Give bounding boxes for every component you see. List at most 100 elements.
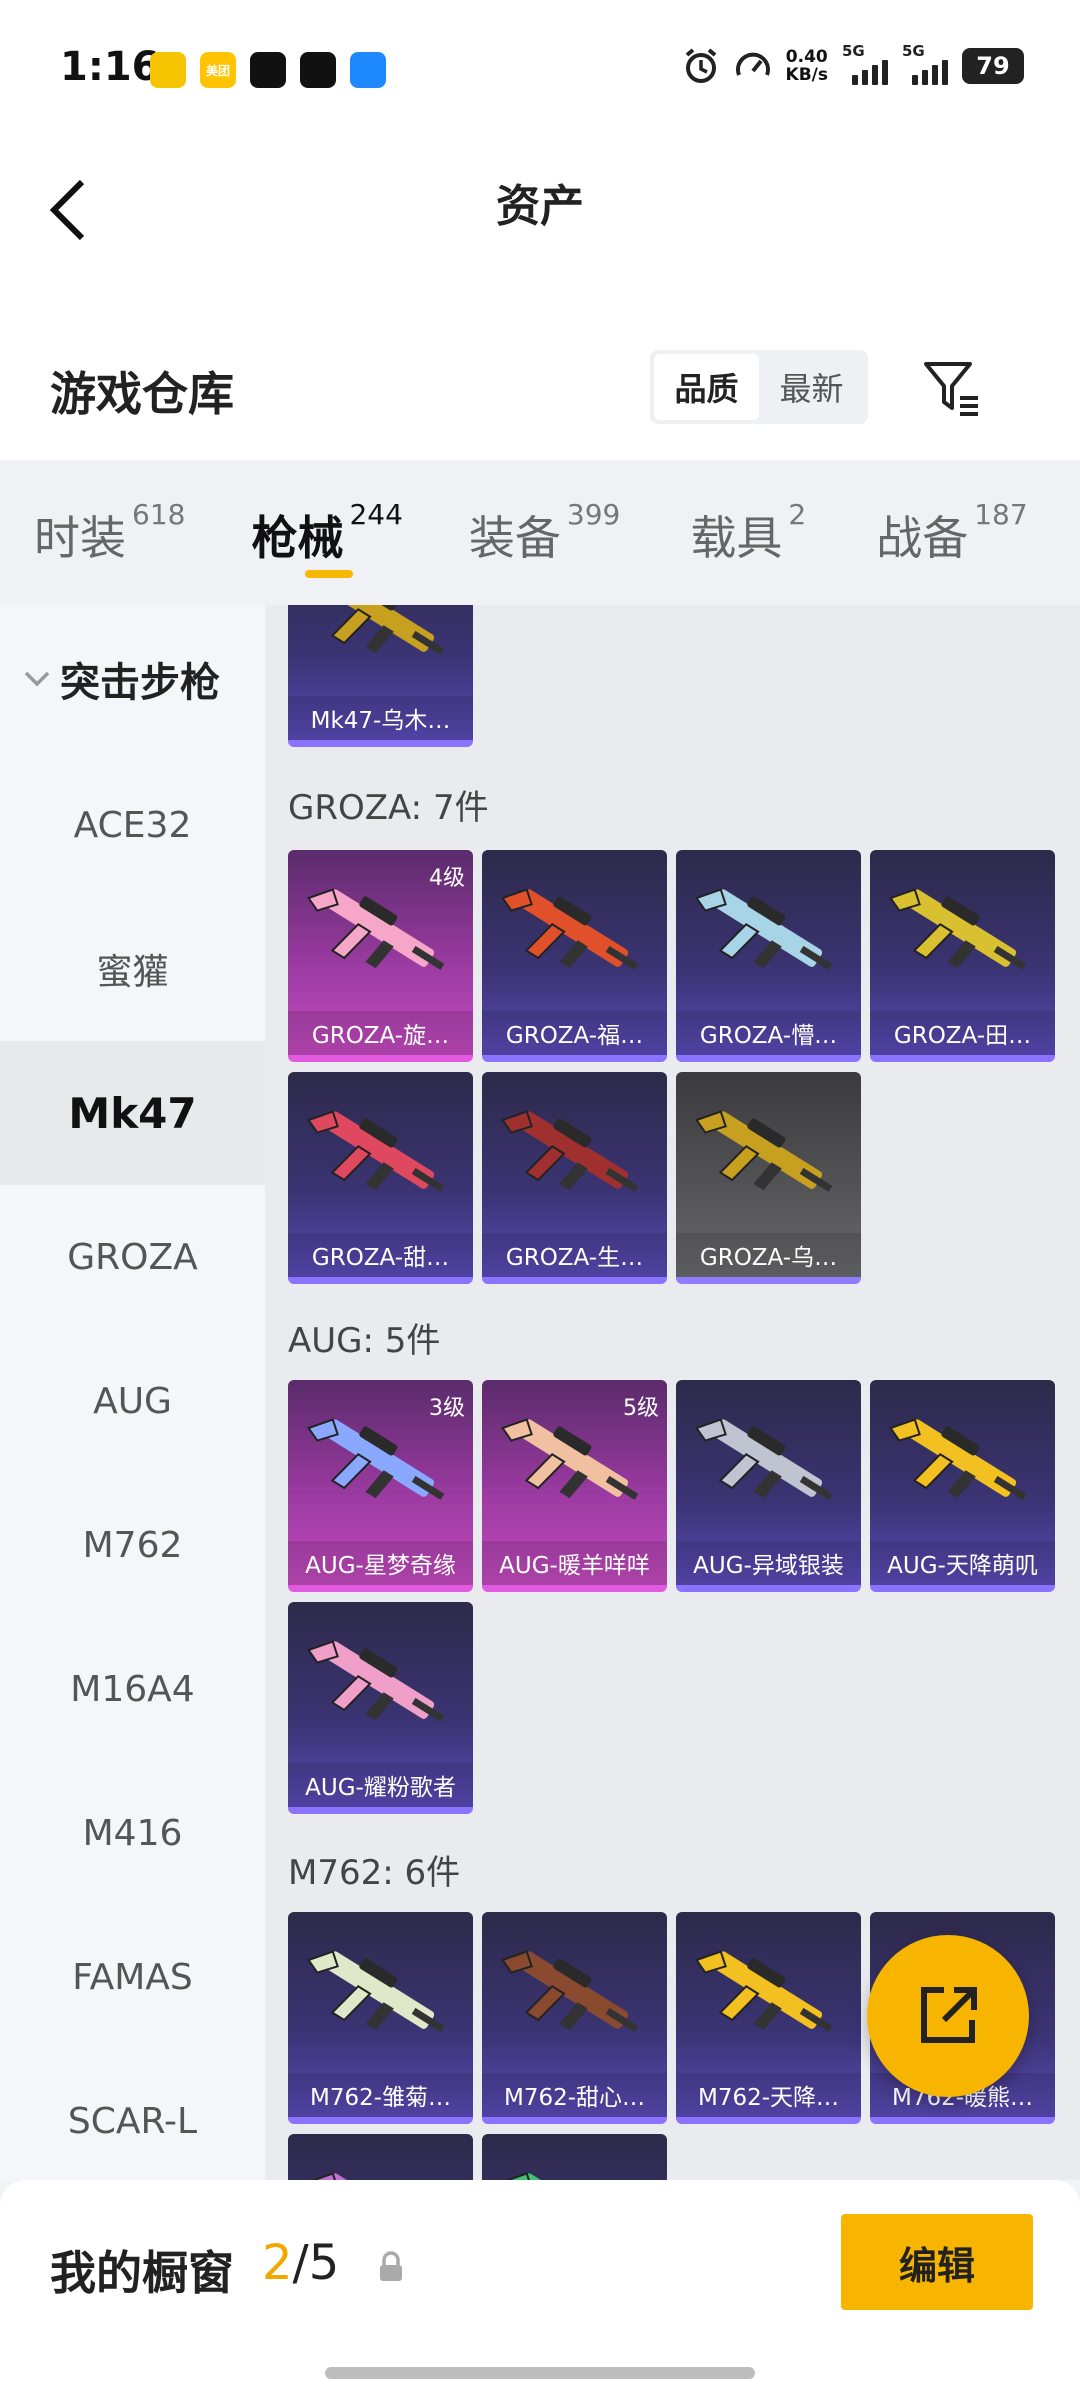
weapon-skin-card[interactable]: AUG-耀粉歌者 <box>288 1602 473 1814</box>
showcase-max: 5 <box>308 2235 340 2291</box>
skin-name: M762-天降… <box>676 2073 861 2117</box>
skin-name: GROZA-甜… <box>288 1233 473 1277</box>
tab-guns[interactable]: 枪械 244 <box>251 460 403 605</box>
status-app-icons: 美团 <box>150 52 386 88</box>
sidebar-item-m416[interactable]: M416 <box>0 1761 265 1905</box>
app-header: 资产 <box>0 140 1080 320</box>
sidebar-item-ace32[interactable]: ACE32 <box>0 753 265 897</box>
feather-app-icon <box>350 52 386 88</box>
skin-name: GROZA-乌… <box>676 1233 861 1277</box>
weapon-skin-card[interactable] <box>288 2134 473 2180</box>
weapon-skin-card[interactable]: GROZA-田… <box>870 850 1055 1062</box>
warehouse-header: 游戏仓库 品质 最新 <box>0 320 1080 460</box>
tab-count: 244 <box>349 498 403 531</box>
battery-icon: 79 <box>962 47 1024 84</box>
gun-skin-icon <box>307 1110 445 1192</box>
tab-tactical[interactable]: 战备 187 <box>876 460 1027 605</box>
weapon-skin-card[interactable]: GROZA-生… <box>482 1072 667 1284</box>
gun-skin-icon <box>695 1950 833 2032</box>
weapon-skin-card[interactable]: 3级 AUG-星梦奇缘 <box>288 1380 473 1592</box>
bee-app-icon <box>150 52 186 88</box>
weapon-skin-card[interactable]: GROZA-甜… <box>288 1072 473 1284</box>
gun-skin-icon <box>501 2172 629 2180</box>
weapon-skin-card[interactable]: GROZA-福… <box>482 850 667 1062</box>
network-speed-unit: KB/s <box>785 64 828 85</box>
weapon-skin-card[interactable]: M762-天降… <box>676 1912 861 2124</box>
weapon-type-sidebar: 突击步枪 ACE32 蜜獾 Mk47 GROZA AUG M762 M16A4 … <box>0 605 265 2180</box>
skin-name: M762-雏菊… <box>288 2073 473 2117</box>
speedometer-icon <box>735 52 770 76</box>
tab-count: 2 <box>788 498 807 531</box>
section-title-m762: M762: 6件 <box>288 1853 461 1893</box>
weapon-skin-card[interactable]: GROZA-懵… <box>676 850 861 1062</box>
weapon-skin-card[interactable]: 5级 AUG-暖羊咩咩 <box>482 1380 667 1592</box>
sort-toggle: 品质 最新 <box>650 350 868 424</box>
sidebar-item-groza[interactable]: GROZA <box>0 1185 265 1329</box>
mk47-grid: Mk47-乌木… <box>288 605 1078 747</box>
skin-name: GROZA-懵… <box>676 1011 861 1055</box>
gun-skin-icon <box>307 1640 445 1722</box>
skin-level-badge: 4级 <box>429 866 465 891</box>
skin-name: AUG-星梦奇缘 <box>288 1541 473 1585</box>
weapon-skin-card[interactable]: AUG-异域银装 <box>676 1380 861 1592</box>
sidebar-item-honey-badger[interactable]: 蜜獾 <box>0 897 265 1041</box>
weapon-skin-card[interactable]: Mk47-乌木… <box>288 605 473 747</box>
skin-name: AUG-异域银装 <box>676 1541 861 1585</box>
groza-grid: 4级 GROZA-旋… GROZA-福… GROZA-懵… GROZA-田… GROZA-… <box>288 850 1078 1284</box>
category-tabs: 时装 618 枪械 244 装备 399 载具 2 战备 187 <box>0 460 1080 605</box>
share-external-icon <box>921 1987 977 2043</box>
sort-quality-button[interactable]: 品质 <box>654 354 759 420</box>
sort-latest-button[interactable]: 最新 <box>759 354 864 420</box>
sidebar-item-aug[interactable]: AUG <box>0 1329 265 1473</box>
sidebar-group-assault-rifles[interactable]: 突击步枪 <box>0 605 265 753</box>
weapon-skin-card[interactable]: M762-雏菊… <box>288 1912 473 2124</box>
tab-fashion[interactable]: 时装 618 <box>34 460 185 605</box>
sidebar-group-label: 突击步枪 <box>60 660 220 706</box>
sidebar-item-famas[interactable]: FAMAS <box>0 1905 265 2049</box>
weapon-skin-card[interactable] <box>482 2134 667 2180</box>
signal-icon-sim2: 5G <box>902 42 948 85</box>
filter-icon[interactable] <box>920 356 984 420</box>
skin-name: GROZA-旋… <box>288 1011 473 1055</box>
gun-skin-icon <box>695 1110 833 1192</box>
sidebar-item-scar-l[interactable]: SCAR-L <box>0 2049 265 2180</box>
weapon-skin-card[interactable]: M762-甜心… <box>482 1912 667 2124</box>
sidebar-item-mk47[interactable]: Mk47 <box>0 1041 265 1185</box>
tab-label: 载具 <box>690 511 783 565</box>
status-bar: 1:16 美团 0.40 KB/s 5G 5G 79 <box>0 0 1080 140</box>
skin-name: AUG-暖羊咩咩 <box>482 1541 667 1585</box>
meituan-icon: 美团 <box>200 52 236 88</box>
alarm-icon <box>685 47 716 83</box>
tab-equipment[interactable]: 装备 399 <box>469 460 620 605</box>
showcase-current: 2 <box>262 2235 293 2291</box>
sim1-network-type: 5G <box>842 42 865 60</box>
capcut-icon <box>300 52 336 88</box>
tab-label: 时装 <box>34 511 126 565</box>
gun-skin-icon <box>307 1950 445 2032</box>
status-right: 0.40 KB/s 5G 5G 79 <box>682 42 1024 85</box>
edit-showcase-button[interactable]: 编辑 <box>841 2214 1033 2310</box>
weapon-skin-card[interactable]: AUG-天降萌叽 <box>870 1380 1055 1592</box>
gun-skin-icon <box>307 2172 435 2180</box>
aug-grid: 3级 AUG-星梦奇缘 5级 AUG-暖羊咩咩 AUG-异域银装 AUG-天降萌叽 AUG-… <box>288 1380 1078 1814</box>
sidebar-item-m762[interactable]: M762 <box>0 1473 265 1617</box>
tiktok-icon <box>250 52 286 88</box>
skin-level-badge: 5级 <box>623 1396 659 1421</box>
weapon-skin-card[interactable]: 4级 GROZA-旋… <box>288 850 473 1062</box>
tab-vehicles[interactable]: 载具 2 <box>690 460 806 605</box>
skin-name: M762-甜心… <box>482 2073 667 2117</box>
skin-name: GROZA-生… <box>482 1233 667 1277</box>
gun-skin-icon <box>501 1950 639 2032</box>
gun-skin-icon <box>889 888 1027 970</box>
gun-skin-icon <box>501 1110 639 1192</box>
weapon-skin-card[interactable]: GROZA-乌… <box>676 1072 861 1284</box>
tab-label: 枪械 <box>251 511 344 565</box>
lock-icon <box>380 2251 402 2281</box>
sidebar-item-m16a4[interactable]: M16A4 <box>0 1617 265 1761</box>
share-fab-button[interactable] <box>867 1935 1029 2097</box>
tab-count: 399 <box>566 498 621 531</box>
home-indicator[interactable] <box>325 2367 755 2379</box>
gun-skin-icon <box>324 605 445 655</box>
sim2-network-type: 5G <box>902 42 925 60</box>
skin-name: AUG-耀粉歌者 <box>288 1763 473 1807</box>
